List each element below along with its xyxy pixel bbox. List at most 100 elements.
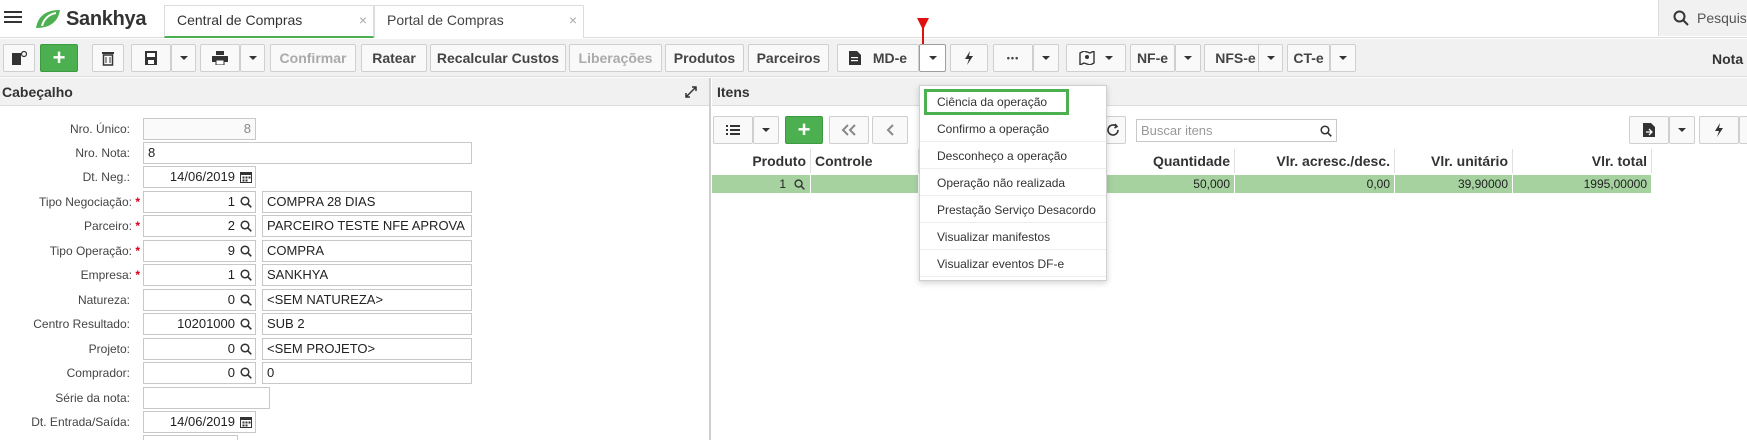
- search-icon[interactable]: [240, 294, 252, 306]
- search-icon[interactable]: [240, 343, 252, 355]
- first-page-button[interactable]: [829, 116, 869, 144]
- recalcular-custos-button[interactable]: Recalcular Custos: [430, 44, 566, 72]
- nro-unico-field: 8: [143, 118, 256, 140]
- menu-icon[interactable]: [4, 8, 22, 28]
- dt-neg-value: 14/06/2019: [169, 169, 235, 184]
- cte-button[interactable]: CT-e: [1287, 44, 1330, 72]
- comprador-label: Comprador:: [66, 366, 130, 380]
- tab-portal-de-compras[interactable]: Portal de Compras ×: [374, 5, 584, 38]
- refresh-icon: [1106, 123, 1119, 136]
- menu-item-confirmo-operacao[interactable]: Confirmo a operação: [920, 116, 1106, 142]
- first-page-icon: [841, 124, 856, 136]
- list-view-dropdown[interactable]: [753, 116, 779, 144]
- lightning-button[interactable]: [950, 44, 988, 72]
- add-icon: +: [797, 117, 811, 142]
- dt-entrada-saida-field[interactable]: 14/06/2019: [143, 411, 256, 433]
- search-icon[interactable]: [1320, 125, 1332, 137]
- parceiros-label: Parceiros: [756, 50, 821, 66]
- empresa-code-field[interactable]: 1: [143, 264, 256, 286]
- delete-button[interactable]: [92, 44, 124, 72]
- new-document-icon: [12, 50, 27, 65]
- add-button[interactable]: +: [40, 44, 78, 72]
- confirmar-button[interactable]: Confirmar: [270, 44, 356, 72]
- cte-label: CT-e: [1293, 50, 1324, 66]
- lightning-icon: [1715, 123, 1723, 137]
- close-icon[interactable]: ×: [359, 6, 367, 34]
- export-button[interactable]: [1629, 116, 1669, 144]
- print-button[interactable]: [200, 44, 240, 72]
- centro-resultado-code-field[interactable]: 10201000: [143, 313, 256, 335]
- search-icon[interactable]: [240, 196, 252, 208]
- search-icon[interactable]: [240, 318, 252, 330]
- more-button[interactable]: •••: [993, 44, 1033, 72]
- search-placeholder: Pesquisa: [1697, 10, 1747, 26]
- menu-item-visualizar-eventos-dfe[interactable]: Visualizar eventos DF-e: [920, 251, 1106, 277]
- col-header-vlr-acresc[interactable]: Vlr. acresc./desc.: [1235, 149, 1395, 173]
- tipo-operacao-code-field[interactable]: 9: [143, 240, 256, 262]
- panel-divider[interactable]: [709, 78, 711, 440]
- liberacoes-button[interactable]: Liberações: [569, 44, 662, 72]
- projeto-code-field[interactable]: 0: [143, 338, 256, 360]
- nro-nota-label: Nro. Nota:: [75, 146, 130, 160]
- search-icon[interactable]: [794, 179, 805, 190]
- search-icon[interactable]: [240, 367, 252, 379]
- col-header-vlr-unitario[interactable]: Vlr. unitário: [1395, 149, 1513, 173]
- menu-item-visualizar-manifestos[interactable]: Visualizar manifestos: [920, 224, 1106, 250]
- nfe-dropdown-button[interactable]: [1175, 44, 1201, 72]
- mde-dropdown-button[interactable]: [919, 44, 946, 72]
- add-item-button[interactable]: +: [785, 116, 823, 144]
- export-dropdown[interactable]: [1669, 116, 1695, 144]
- menu-item-ciencia-operacao[interactable]: Ciência da operação: [924, 89, 1069, 115]
- search-icon[interactable]: [240, 245, 252, 257]
- grid-lightning-button[interactable]: [1699, 116, 1739, 144]
- menu-item-desconheco-operacao[interactable]: Desconheço a operação: [920, 143, 1106, 169]
- global-search[interactable]: Pesquisa: [1658, 0, 1747, 36]
- print-dropdown-button[interactable]: [240, 44, 265, 72]
- calendar-icon[interactable]: [240, 416, 252, 428]
- itens-title: Itens: [717, 84, 750, 100]
- mde-label: MD-e: [872, 50, 908, 66]
- cte-dropdown-button[interactable]: [1330, 44, 1356, 72]
- ratear-button[interactable]: Ratear: [361, 44, 427, 72]
- more-dropdown-button[interactable]: [1033, 44, 1059, 72]
- field-row-tipo-operacao: Tipo Operação: *: [0, 240, 140, 262]
- search-icon[interactable]: [240, 220, 252, 232]
- comprador-code-field[interactable]: 0: [143, 362, 256, 384]
- col-header-quantidade[interactable]: Quantidade: [1107, 149, 1235, 173]
- parceiro-code-field[interactable]: 2: [143, 215, 256, 237]
- serie-nota-field[interactable]: [143, 387, 270, 409]
- comprador-desc-field: 0: [262, 362, 472, 384]
- buscar-itens-input[interactable]: Buscar itens: [1136, 119, 1337, 142]
- centro-resultado-desc-field: SUB 2: [262, 313, 472, 335]
- col-header-controle[interactable]: Controle: [812, 149, 919, 173]
- menu-item-prestacao-servico-desacordo[interactable]: Prestação Serviço Desacordo: [920, 197, 1106, 223]
- col-header-produto[interactable]: Produto: [712, 149, 811, 173]
- dt-neg-field[interactable]: 14/06/2019: [143, 166, 256, 188]
- save-button[interactable]: [131, 44, 171, 72]
- tipo-operacao-code: 9: [227, 243, 235, 258]
- natureza-code-field[interactable]: 0: [143, 289, 256, 311]
- close-icon[interactable]: ×: [569, 6, 577, 34]
- calendar-icon[interactable]: [240, 171, 252, 183]
- tab-central-de-compras[interactable]: Central de Compras ×: [164, 5, 374, 38]
- nro-nota-field[interactable]: 8: [143, 142, 472, 164]
- tipo-operacao-label: Tipo Operação: *: [49, 244, 140, 258]
- tipo-negociacao-code-field[interactable]: 1: [143, 191, 256, 213]
- prev-page-button[interactable]: [872, 116, 908, 144]
- col-header-vlr-total[interactable]: Vlr. total: [1513, 149, 1652, 173]
- map-button[interactable]: [1066, 44, 1126, 72]
- print-icon: [212, 51, 228, 65]
- mde-button[interactable]: MD-e: [837, 44, 919, 72]
- nfe-button[interactable]: NF-e: [1130, 44, 1175, 72]
- new-document-button[interactable]: [3, 44, 35, 72]
- liberacoes-label: Liberações: [578, 50, 653, 66]
- search-icon[interactable]: [240, 269, 252, 281]
- save-dropdown-button[interactable]: [171, 44, 196, 72]
- nfse-dropdown-button[interactable]: [1258, 44, 1283, 72]
- produtos-button[interactable]: Produtos: [665, 44, 744, 72]
- menu-item-operacao-nao-realizada[interactable]: Operação não realizada: [920, 170, 1106, 196]
- field-row-dt-entrada-saida: Dt. Entrada/Saída:: [0, 411, 140, 433]
- list-view-button[interactable]: [713, 116, 753, 144]
- parceiros-button[interactable]: Parceiros: [748, 44, 829, 72]
- expand-icon[interactable]: [685, 86, 697, 98]
